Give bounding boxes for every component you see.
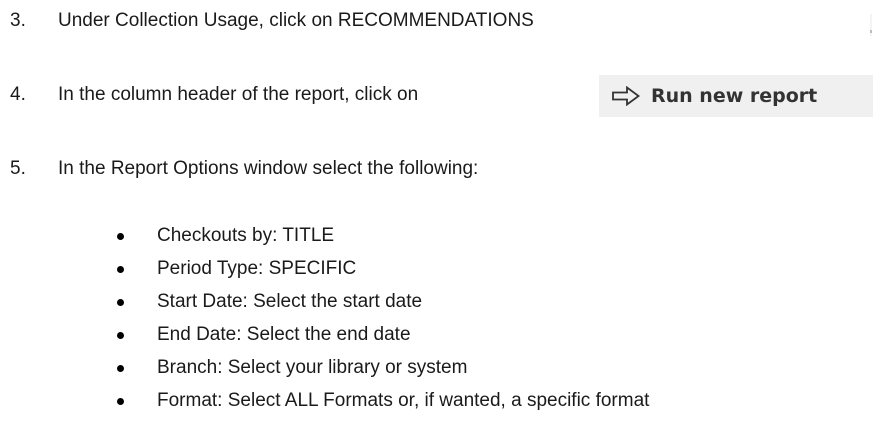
bullet-icon — [117, 332, 124, 339]
run-new-report-button[interactable]: Run new report — [599, 75, 873, 117]
option-text: Checkouts by: TITLE — [157, 225, 335, 246]
step-text: Under Collection Usage, click on RECOMME… — [58, 10, 534, 31]
step-3: 3. Under Collection Usage, click on RECOM… — [10, 9, 534, 33]
run-new-report-label: Run new report — [651, 85, 818, 107]
bullet-icon — [117, 266, 124, 273]
step-text: In the Report Options window select the … — [58, 158, 479, 179]
step-number: 5. — [10, 158, 26, 179]
step-4: 4. In the column header of the report, cl… — [10, 83, 418, 107]
right-arrow-icon — [612, 85, 641, 107]
step-text: In the column header of the report, clic… — [58, 84, 419, 105]
bullet-icon — [117, 398, 124, 405]
bullet-icon — [117, 233, 124, 240]
option-text: Branch: Select your library or system — [157, 357, 468, 378]
step-5: 5. In the Report Options window select th… — [10, 157, 478, 181]
option-text: Format: Select ALL Formats or, if wanted… — [157, 390, 650, 411]
option-text: Start Date: Select the start date — [157, 291, 423, 312]
step-number: 3. — [10, 10, 26, 31]
bullet-icon — [117, 365, 124, 372]
option-text: End Date: Select the end date — [157, 324, 411, 345]
step-number: 4. — [10, 84, 26, 105]
scrollbar-fragment — [862, 14, 872, 36]
option-text: Period Type: SPECIFIC — [157, 258, 357, 279]
bullet-icon — [117, 299, 124, 306]
